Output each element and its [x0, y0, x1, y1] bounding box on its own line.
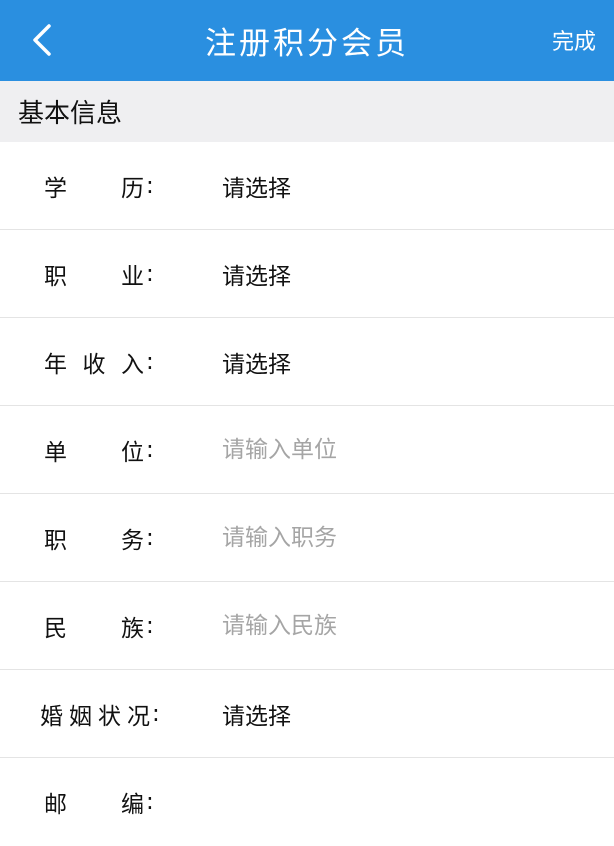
form-row-ethnicity: 民族:: [0, 582, 614, 670]
back-button[interactable]: [22, 20, 62, 60]
nav-bar: 注册积分会员 完成: [0, 0, 614, 81]
field-label: 单位:: [44, 437, 154, 466]
occupation-select[interactable]: 请选择: [222, 230, 291, 318]
form-row-education[interactable]: 学历: 请选择: [0, 142, 614, 230]
field-label: 学历:: [44, 173, 154, 202]
done-button[interactable]: 完成: [552, 24, 596, 56]
field-label: 婚姻状况:: [40, 701, 160, 730]
form-row-employer: 单位:: [0, 406, 614, 494]
field-label: 职业:: [44, 261, 154, 290]
field-label: 邮编:: [44, 789, 154, 818]
annual-income-select[interactable]: 请选择: [222, 318, 291, 406]
position-input[interactable]: [222, 516, 582, 560]
form-row-postcode: 邮编:: [0, 758, 614, 846]
chevron-left-icon: [33, 24, 51, 56]
employer-input[interactable]: [222, 428, 582, 472]
form-row-occupation[interactable]: 职业: 请选择: [0, 230, 614, 318]
field-label: 职务:: [44, 525, 154, 554]
section-header-basic-info: 基本信息: [0, 81, 614, 142]
form-list: 学历: 请选择 职业: 请选择 年收入: 请选择 单位: 职务: 民族:: [0, 142, 614, 846]
education-select[interactable]: 请选择: [222, 142, 291, 230]
postcode-input[interactable]: [222, 780, 582, 824]
marital-status-select[interactable]: 请选择: [222, 670, 291, 758]
form-row-position: 职务:: [0, 494, 614, 582]
page-title: 注册积分会员: [205, 26, 409, 62]
form-row-marital-status[interactable]: 婚姻状况: 请选择: [0, 670, 614, 758]
ethnicity-input[interactable]: [222, 604, 582, 648]
form-row-annual-income[interactable]: 年收入: 请选择: [0, 318, 614, 406]
field-label: 民族:: [44, 613, 154, 642]
field-label: 年收入:: [44, 349, 154, 378]
